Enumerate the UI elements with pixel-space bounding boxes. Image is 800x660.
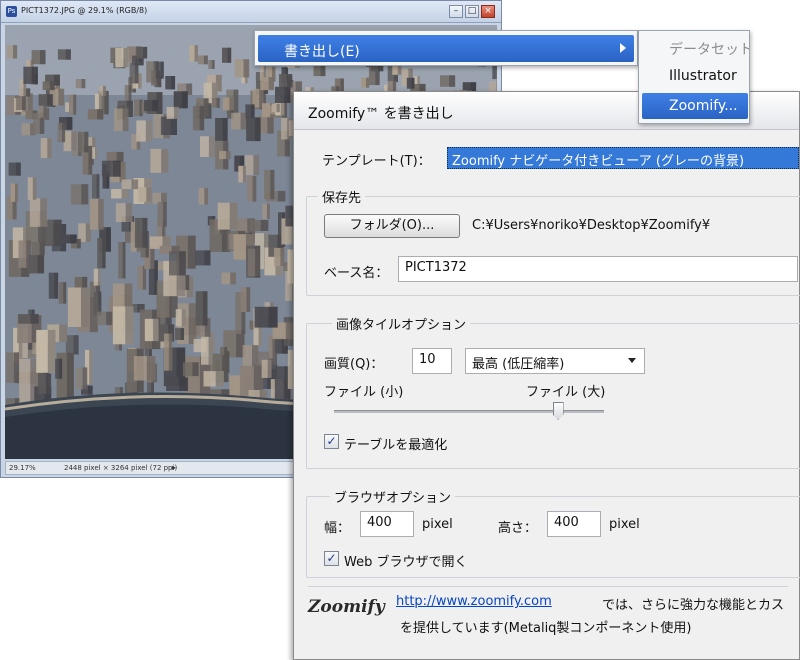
submenu-item-illustrator[interactable]: Illustrator <box>642 63 748 89</box>
document-info: 2448 pixel × 3264 pixel (72 ppi) <box>64 464 178 472</box>
zoomify-export-dialog: Zoomify™ を書き出し テンプレート(T)： Zoomify ナビゲータ付… <box>293 91 800 660</box>
basename-input[interactable]: PICT1372 <box>398 256 798 282</box>
footer-divider <box>308 586 788 587</box>
tile-options-group-title: 画像タイルオプション <box>332 314 471 333</box>
slider-max-label: ファイル (大) <box>526 385 606 400</box>
submenu-arrow-icon <box>620 43 626 53</box>
submenu-item-datasets[interactable]: データセット <box>642 34 750 60</box>
quality-input[interactable]: 10 <box>412 348 452 374</box>
slider-min-label: ファイル (小) <box>324 385 404 400</box>
submenu-item-label: Illustrator <box>669 68 737 84</box>
quality-preset-select[interactable]: 最高 (低圧縮率) <box>465 348 645 374</box>
zoomify-website-link[interactable]: http://www.zoomify.com <box>396 594 552 609</box>
width-label: 幅： <box>324 521 351 536</box>
footer-text-line-2: を提供しています(Metaliq製コンポーネント使用) <box>400 621 692 636</box>
destination-group-title: 保存先 <box>318 187 366 206</box>
zoomify-logo: Zoomify <box>308 597 385 617</box>
quality-label: 画質(Q)： <box>324 357 384 372</box>
menu-item-export[interactable]: 書き出し(E) <box>258 35 634 62</box>
template-label: テンプレート(T)： <box>322 154 431 169</box>
menu-item-export-label: 書き出し(E) <box>284 44 360 60</box>
footer-text-line-1: では、さらに強力な機能とカス <box>602 598 785 613</box>
height-label: 高さ： <box>498 521 538 536</box>
optimize-tables-label[interactable]: テーブルを最適化 <box>344 434 447 453</box>
export-submenu: データセット Illustrator Zoomify... <box>638 30 750 124</box>
width-unit: pixel <box>422 517 453 532</box>
browser-options-group-title: ブラウザオプション <box>330 487 456 506</box>
file-menu: 書き出し(E) <box>254 30 638 66</box>
optimize-tables-checkbox[interactable]: ✓ <box>324 434 339 449</box>
submenu-item-zoomify[interactable]: Zoomify... <box>642 93 748 119</box>
status-menu-arrow-icon[interactable]: ▸ <box>172 463 176 472</box>
chevron-down-icon <box>628 358 636 363</box>
document-status-bar: 29.17% 2448 pixel × 3264 pixel (72 ppi) … <box>5 461 305 475</box>
submenu-item-label: Zoomify... <box>669 98 738 114</box>
dialog-title: Zoomify™ を書き出し <box>308 106 454 122</box>
template-select[interactable]: Zoomify ナビゲータ付きビューア (グレーの背景) <box>447 147 799 169</box>
maximize-button[interactable]: □ <box>465 5 479 18</box>
close-button[interactable]: × <box>481 5 495 18</box>
checkmark-icon: ✓ <box>326 551 337 565</box>
destination-path: C:¥Users¥noriko¥Desktop¥Zoomify¥ <box>472 218 711 233</box>
photoshop-app-icon: Ps <box>6 6 17 17</box>
width-input[interactable]: 400 <box>360 511 414 537</box>
open-in-browser-checkbox[interactable]: ✓ <box>324 551 339 566</box>
basename-label: ベース名： <box>324 266 389 281</box>
minimize-button[interactable]: – <box>449 5 463 18</box>
checkmark-icon: ✓ <box>326 434 337 448</box>
height-unit: pixel <box>609 517 640 532</box>
quality-preset-value: 最高 (低圧縮率) <box>472 357 565 372</box>
height-input[interactable]: 400 <box>547 511 601 537</box>
document-titlebar[interactable]: Ps PICT1372.JPG @ 29.1% (RGB/8) – □ × <box>1 1 501 23</box>
folder-button[interactable]: フォルダ(O)... <box>324 214 460 238</box>
document-title: PICT1372.JPG @ 29.1% (RGB/8) <box>21 6 148 15</box>
open-in-browser-label[interactable]: Web ブラウザで開く <box>344 551 467 570</box>
submenu-item-label: データセット <box>669 42 750 58</box>
zoom-readout[interactable]: 29.17% <box>9 464 36 472</box>
